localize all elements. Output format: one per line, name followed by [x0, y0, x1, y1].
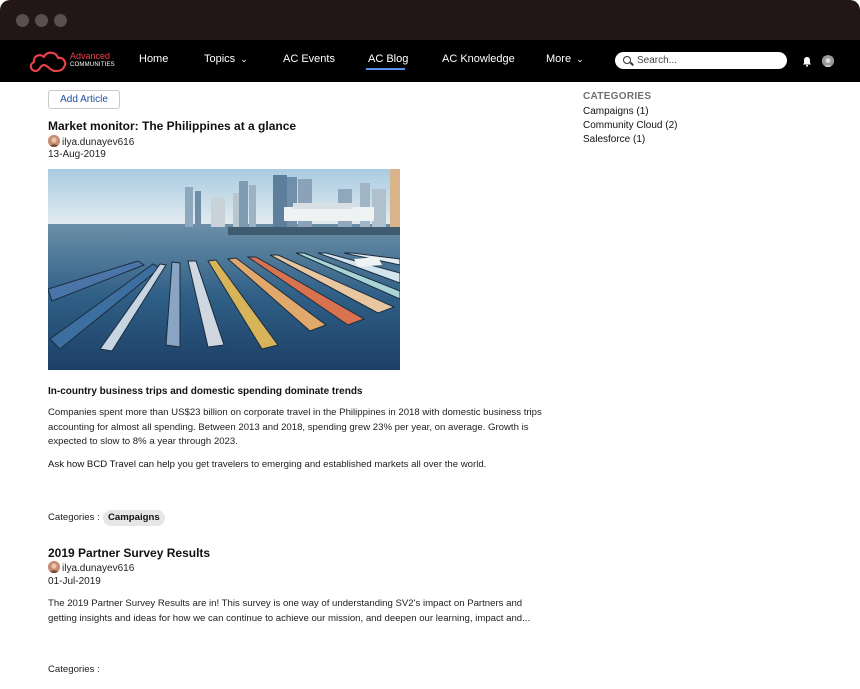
- nav-item-more[interactable]: More ⌄: [546, 53, 584, 65]
- add-article-button[interactable]: Add Article: [48, 90, 120, 109]
- sidebar-item-community-cloud[interactable]: Community Cloud (2): [583, 120, 677, 131]
- sidebar-item-salesforce[interactable]: Salesforce (1): [583, 134, 645, 145]
- post-author[interactable]: ilya.dunayev616: [48, 561, 134, 574]
- author-avatar: [48, 135, 60, 147]
- nav-item-topics[interactable]: Topics ⌄: [204, 53, 248, 65]
- post-hero-image: [48, 169, 400, 370]
- post-body-paragraph: The 2019 Partner Survey Results are in! …: [48, 598, 531, 624]
- window-close-dot[interactable]: [16, 14, 29, 27]
- window-minimize-dot[interactable]: [35, 14, 48, 27]
- post-body-paragraph: Ask how BCD Travel can help you get trav…: [48, 458, 548, 473]
- nav-item-ac-blog[interactable]: AC Blog: [368, 53, 408, 65]
- post-author[interactable]: ilya.dunayev616: [48, 135, 134, 148]
- bell-icon[interactable]: [802, 56, 812, 67]
- paragraph-text: you get travelers to emerging and establ…: [174, 459, 487, 470]
- nav-item-label: Topics: [204, 53, 236, 65]
- window-titlebar: [0, 0, 860, 40]
- nav-item-label: Home: [139, 53, 169, 65]
- post-subheading: In-country business trips and domestic s…: [48, 386, 363, 397]
- author-name: ilya.dunayev616: [62, 137, 135, 148]
- nav-item-label: AC Knowledge: [442, 53, 515, 65]
- sidebar-item-campaigns[interactable]: Campaigns (1): [583, 106, 649, 117]
- categories-label: Categories :: [48, 512, 100, 523]
- nav-item-ac-events[interactable]: AC Events: [283, 53, 335, 65]
- window-maximize-dot[interactable]: [54, 14, 67, 27]
- search-box[interactable]: [615, 52, 787, 69]
- chevron-down-icon: ⌄: [240, 54, 248, 64]
- category-pill-campaigns[interactable]: Campaigns: [103, 510, 165, 526]
- post-title[interactable]: Market monitor: The Philippines at a gla…: [48, 119, 296, 133]
- author-avatar: [48, 561, 60, 573]
- user-avatar[interactable]: [822, 55, 834, 67]
- nav-item-ac-knowledge[interactable]: AC Knowledge: [442, 53, 515, 65]
- post-date: 01-Jul-2019: [48, 576, 101, 587]
- logo-text-advanced: Advanced: [70, 51, 111, 61]
- sidebar-categories-heading: CATEGORIES: [583, 91, 652, 102]
- harbor-boats-image: [48, 169, 400, 370]
- post-date: 13-Aug-2019: [48, 149, 106, 160]
- nav-item-label: AC Blog: [368, 53, 409, 65]
- logo-text-communities: COMMUNITIES: [70, 62, 115, 68]
- categories-label: Categories :: [48, 664, 100, 675]
- search-icon: [623, 56, 631, 64]
- bcd-travel-link[interactable]: Ask how BCD Travel can help: [48, 459, 175, 470]
- active-nav-indicator: [366, 68, 405, 70]
- search-input[interactable]: [637, 53, 777, 68]
- post-title[interactable]: 2019 Partner Survey Results: [48, 546, 210, 560]
- author-name: ilya.dunayev616: [62, 563, 135, 574]
- nav-item-label: More: [546, 53, 572, 65]
- site-logo[interactable]: Advanced COMMUNITIES: [28, 47, 118, 75]
- cloud-logo-icon: [29, 51, 67, 73]
- nav-item-label: AC Events: [283, 53, 335, 65]
- post-body-paragraph: Companies spent more than US$23 billion …: [48, 407, 542, 448]
- chevron-down-icon: ⌄: [576, 54, 584, 64]
- nav-item-home[interactable]: Home: [139, 53, 168, 65]
